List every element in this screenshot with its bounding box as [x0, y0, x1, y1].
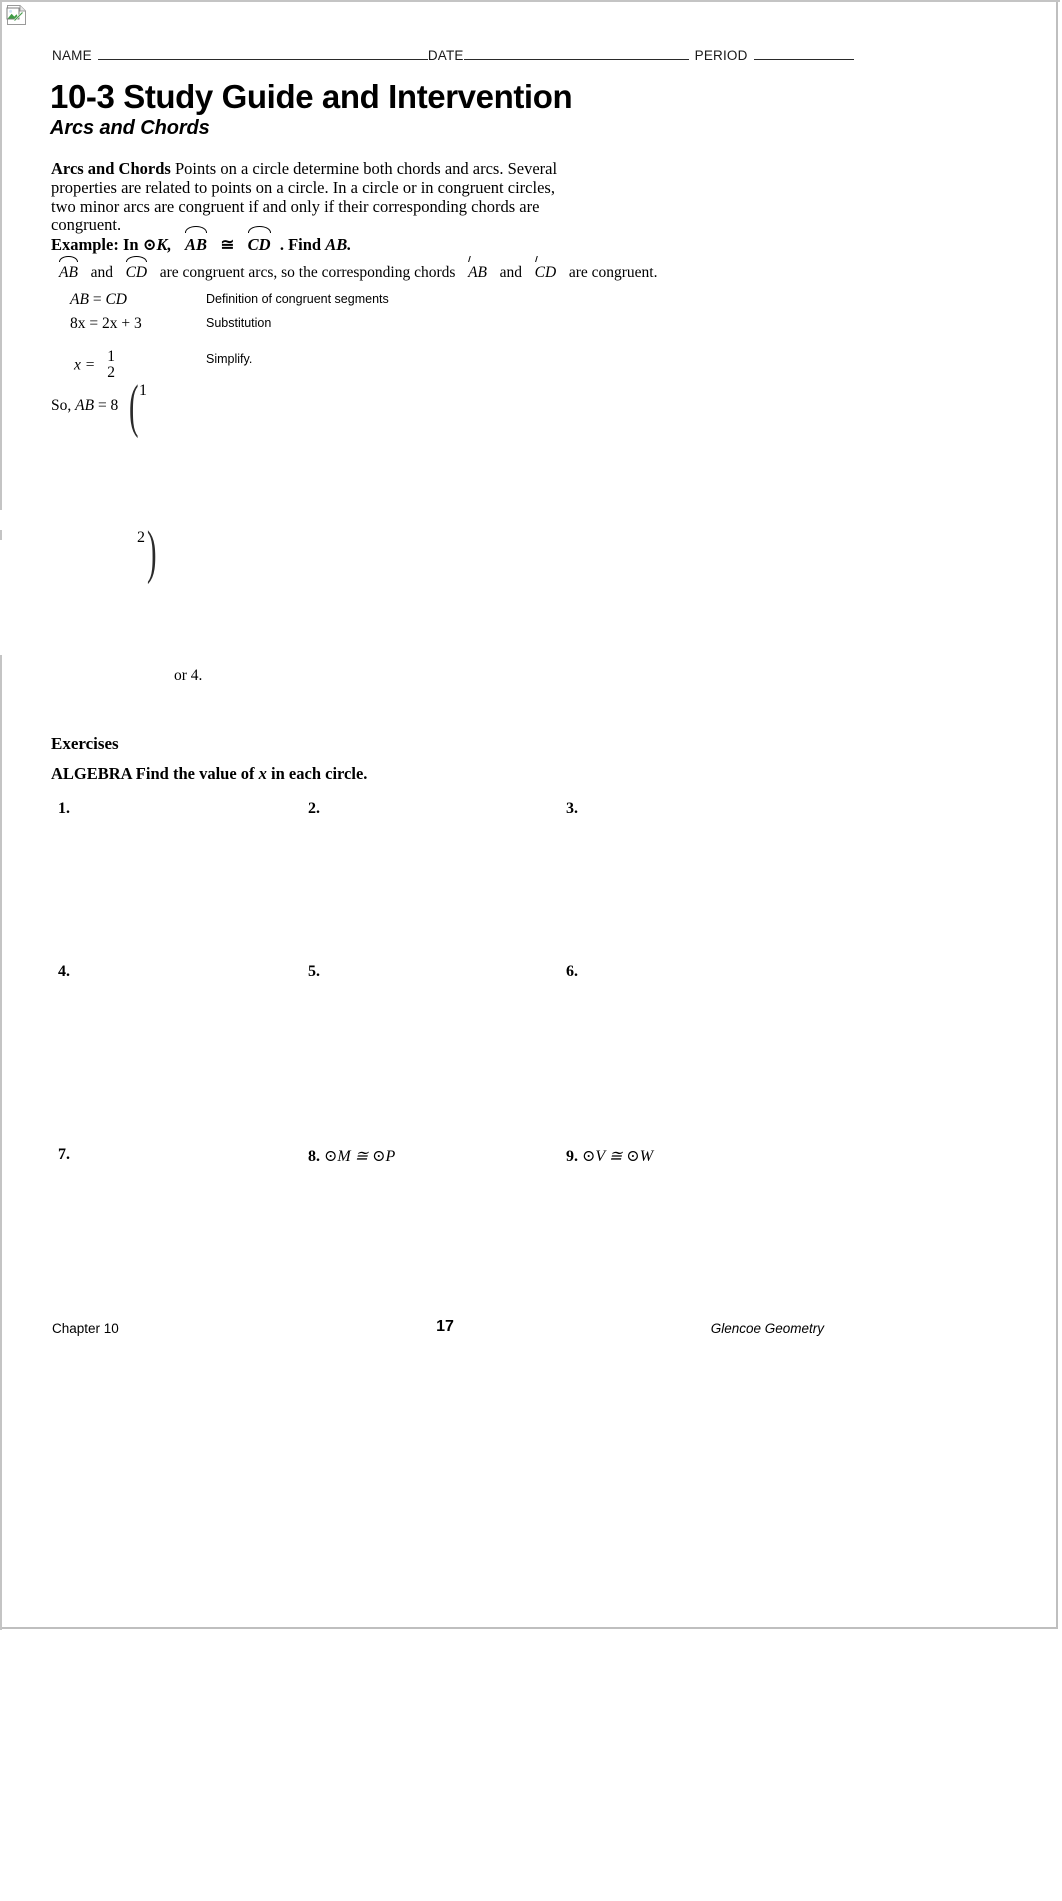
- equation-step-1-right: CD: [105, 291, 127, 308]
- reason-step-3: Simplify.: [206, 352, 253, 366]
- equation-step-2: 8x = 2x + 3: [70, 315, 142, 333]
- equation-step-3: x = 1 2: [74, 349, 115, 382]
- exercise-item-4: 4.: [58, 963, 70, 981]
- fraction-denominator: 2: [107, 363, 115, 381]
- explanation-chord-cd: CD: [534, 264, 557, 281]
- equation-step-3-text: x =: [74, 356, 96, 374]
- name-date-period-row: NAME DATE PERIOD: [52, 48, 854, 63]
- explanation-and-1: and: [90, 264, 113, 281]
- page-edge-top: [0, 0, 1060, 2]
- exercise-extra-8: ⊙M ≅ ⊙P: [320, 1148, 396, 1165]
- broken-image-icon: [6, 4, 28, 26]
- fraction-one-half: 12: [107, 349, 115, 381]
- exercises-heading: Exercises: [51, 734, 119, 753]
- exercise-number-5: 5.: [308, 963, 320, 980]
- explanation-chord-ab: AB: [468, 264, 488, 281]
- reason-step-2: Substitution: [206, 316, 272, 330]
- example-find-ab: AB.: [325, 235, 352, 254]
- equation-step-1-left: AB: [70, 291, 89, 308]
- instruction-suffix: in each circle.: [266, 764, 368, 783]
- large-open-paren: (: [129, 373, 139, 440]
- instruction-prefix: ALGEBRA Find the value of: [51, 764, 259, 783]
- explanation-middle-text: are congruent arcs, so the corresponding…: [159, 264, 456, 281]
- equation-step-1-operator: =: [88, 291, 106, 308]
- page-subtitle: Arcs and Chords: [50, 117, 210, 139]
- worksheet-page: NAME DATE PERIOD 10-3 Study Guide and Inte…: [0, 0, 1060, 1630]
- conclusion-prefix: So,: [51, 397, 76, 414]
- date-label: DATE: [427, 48, 464, 63]
- large-close-paren: ): [147, 519, 157, 586]
- page-edge-left-middle: [0, 530, 2, 540]
- exercise-item-5: 5.: [308, 963, 320, 981]
- example-heading: Example: In ⊙K, AB ≅ CD . Find AB.: [51, 226, 352, 255]
- equation-step-1: AB = CD: [70, 291, 127, 309]
- paren-denominator: 2: [137, 529, 145, 546]
- exercise-number-4: 4.: [58, 963, 70, 980]
- exercise-item-2: 2.: [308, 800, 320, 818]
- exercise-number-6: 6.: [566, 963, 578, 980]
- reason-step-1: Definition of congruent segments: [206, 292, 389, 306]
- equation-step-2-text: 8x = 2x + 3: [70, 315, 142, 332]
- example-or-four: or 4.: [174, 667, 203, 684]
- explanation-end-text: are congruent.: [568, 264, 658, 281]
- exercise-number-1: 1.: [58, 800, 70, 817]
- example-suffix: . Find: [279, 235, 326, 254]
- concept-heading: Arcs and Chords: [51, 159, 171, 178]
- explanation-arc-cd: CD: [125, 255, 148, 281]
- exercise-number-9: 9.: [566, 1148, 578, 1165]
- conclusion-variable: AB: [75, 397, 95, 414]
- example-prefix: In: [122, 235, 143, 254]
- date-input-rule[interactable]: [463, 48, 689, 60]
- instruction-variable: x: [258, 764, 267, 783]
- name-label: NAME: [52, 48, 92, 63]
- exercise-number-2: 2.: [308, 800, 320, 817]
- exercise-number-8: 8.: [308, 1148, 320, 1165]
- explanation-and-2: and: [499, 264, 523, 281]
- exercise-item-1: 1.: [58, 800, 70, 818]
- exercises-instruction: ALGEBRA Find the value of x in each circ…: [51, 764, 367, 784]
- exercise-item-6: 6.: [566, 963, 578, 981]
- period-label: PERIOD: [694, 48, 748, 63]
- fraction-numerator: 1: [107, 348, 115, 365]
- example-congruence-symbol: ≅: [220, 235, 235, 254]
- exercise-number-7: 7.: [58, 1146, 70, 1163]
- exercise-item-8: 8. ⊙M ≅ ⊙P: [308, 1146, 395, 1166]
- explanation-arc-ab: AB: [58, 255, 78, 281]
- page-title: 10-3 Study Guide and Intervention: [50, 78, 573, 115]
- concept-paragraph: Arcs and Chords Points on a circle deter…: [51, 159, 576, 235]
- example-conclusion: So, AB = 8: [51, 397, 118, 415]
- name-input-rule[interactable]: [97, 48, 428, 60]
- example-circle-k: ⊙K,: [142, 235, 172, 254]
- exercises-grid: 1. 2. 3. 4. 5. 6. 7. 8. ⊙M ≅ ⊙P 9. ⊙V ≅ …: [0, 796, 1058, 1396]
- footer-publisher: Glencoe Geometry: [710, 1321, 824, 1336]
- conclusion-rest: = 8: [94, 397, 119, 414]
- example-arc-cd: CD: [247, 226, 271, 254]
- paren-numerator: 1: [139, 382, 147, 399]
- page-edge-left-upper: [0, 0, 2, 510]
- exercise-extra-9: ⊙V ≅ ⊙W: [578, 1148, 654, 1165]
- example-arc-ab: AB: [185, 226, 208, 254]
- period-input-rule[interactable]: [753, 48, 854, 60]
- example-label: Example:: [51, 235, 119, 254]
- exercise-number-3: 3.: [566, 800, 578, 817]
- exercise-item-3: 3.: [566, 800, 578, 818]
- exercise-item-7: 7.: [58, 1146, 70, 1164]
- exercise-item-9: 9. ⊙V ≅ ⊙W: [566, 1146, 653, 1166]
- example-explanation-line: AB and CD are congruent arcs, so the cor…: [58, 255, 658, 282]
